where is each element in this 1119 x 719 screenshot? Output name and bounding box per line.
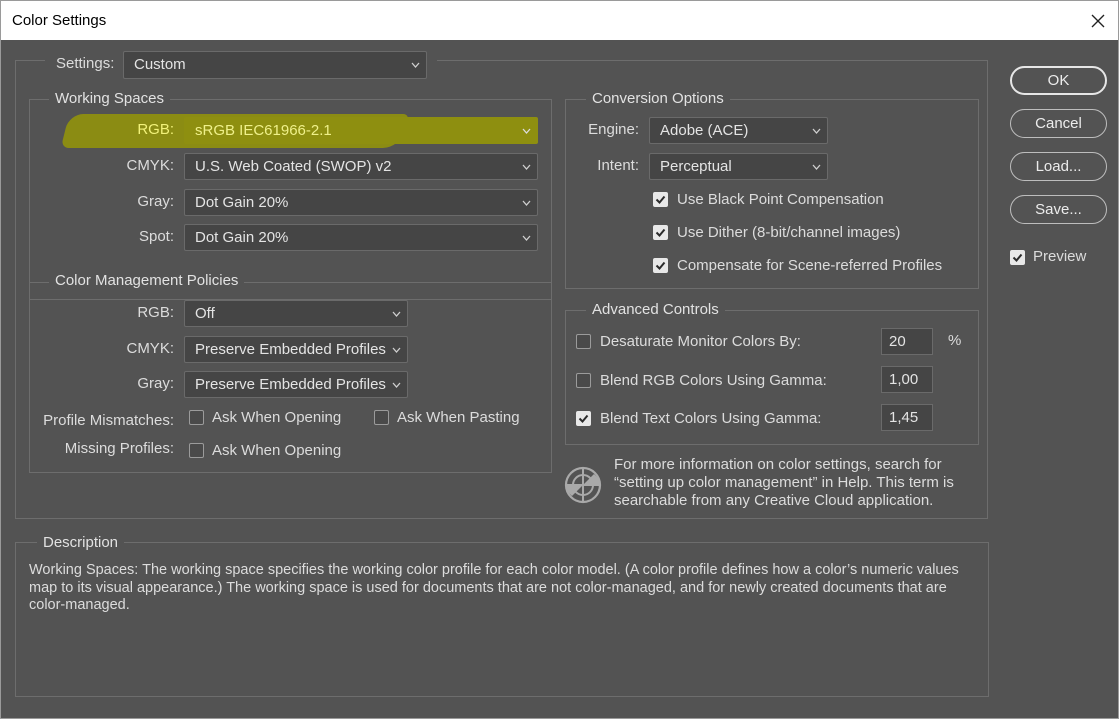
policy-rgb-label: RGB: [137, 304, 174, 321]
window-title: Color Settings [12, 12, 107, 29]
working-gray-value: Dot Gain 20% [195, 194, 289, 211]
close-button[interactable] [1084, 7, 1112, 35]
settings-label: Settings: [56, 55, 115, 72]
blend-rgb-input[interactable]: 1,00 [881, 366, 933, 393]
blend-rgb-checkbox[interactable] [576, 373, 591, 388]
mismatch-open-label: Ask When Opening [212, 409, 342, 426]
dither-checkbox[interactable] [653, 225, 668, 240]
missing-profiles-label: Missing Profiles: [64, 440, 174, 457]
advanced-title: Advanced Controls [586, 301, 725, 318]
chevron-down-icon [812, 164, 821, 170]
checkmark-icon [655, 195, 666, 204]
working-rgb-label: RGB: [137, 121, 174, 138]
scene-referred-label: Compensate for Scene-referred Profiles [677, 257, 943, 274]
working-gray-dropdown[interactable]: Dot Gain 20% [184, 189, 538, 216]
missing-open-label: Ask When Opening [212, 442, 342, 459]
ok-button[interactable]: OK [1010, 66, 1107, 95]
working-cmyk-label: CMYK: [126, 157, 174, 174]
policy-cmyk-dropdown[interactable]: Preserve Embedded Profiles [184, 336, 408, 363]
chevron-down-icon [411, 62, 420, 68]
policy-rgb-dropdown[interactable]: Off [184, 300, 408, 327]
intent-label: Intent: [597, 157, 639, 174]
policy-rgb-value: Off [195, 305, 215, 322]
preview-label: Preview [1033, 248, 1087, 265]
working-rgb-dropdown[interactable]: sRGB IEC61966-2.1 [184, 117, 538, 144]
black-point-label: Use Black Point Compensation [677, 191, 884, 208]
working-rgb-value: sRGB IEC61966-2.1 [195, 122, 332, 139]
intent-value: Perceptual [660, 158, 732, 175]
preview-checkbox[interactable] [1010, 250, 1025, 265]
chevron-down-icon [392, 347, 401, 353]
dither-label: Use Dither (8-bit/channel images) [677, 224, 901, 241]
chevron-down-icon [522, 200, 531, 206]
engine-value: Adobe (ACE) [660, 122, 749, 139]
policies-title: Color Management Policies [49, 272, 245, 289]
intent-dropdown[interactable]: Perceptual [649, 153, 828, 180]
info-text: For more information on color settings, … [614, 456, 954, 509]
mismatch-paste-checkbox[interactable] [374, 410, 389, 425]
dialog-body: Settings: Custom Working Spaces RGB: sRG… [0, 40, 1119, 719]
policy-gray-label: Gray: [137, 375, 174, 392]
desaturate-checkbox[interactable] [576, 334, 591, 349]
title-bar: Color Settings [0, 0, 1119, 40]
chevron-down-icon [392, 382, 401, 388]
color-wheel-icon [563, 465, 603, 505]
chevron-down-icon [522, 164, 531, 170]
load-button[interactable]: Load... [1010, 152, 1107, 181]
chevron-down-icon [522, 128, 531, 134]
working-spot-value: Dot Gain 20% [195, 229, 289, 246]
engine-label: Engine: [588, 121, 639, 138]
description-text: Working Spaces: The working space specif… [29, 562, 959, 613]
black-point-checkbox[interactable] [653, 192, 668, 207]
checkmark-icon [1012, 253, 1023, 262]
description-title: Description [37, 534, 125, 551]
scene-referred-checkbox[interactable] [653, 258, 668, 273]
policy-cmyk-value: Preserve Embedded Profiles [195, 341, 386, 358]
working-spot-label: Spot: [138, 228, 174, 245]
policy-cmyk-label: CMYK: [126, 340, 174, 357]
chevron-down-icon [392, 311, 401, 317]
desaturate-input[interactable]: 20 [881, 328, 933, 355]
policy-gray-dropdown[interactable]: Preserve Embedded Profiles [184, 371, 408, 398]
profile-mismatches-label: Profile Mismatches: [43, 412, 174, 429]
save-button[interactable]: Save... [1010, 195, 1107, 224]
chevron-down-icon [522, 235, 531, 241]
cancel-button[interactable]: Cancel [1010, 109, 1107, 138]
checkmark-icon [578, 414, 589, 423]
working-spot-dropdown[interactable]: Dot Gain 20% [184, 224, 538, 251]
blend-rgb-label: Blend RGB Colors Using Gamma: [600, 372, 827, 389]
missing-open-checkbox[interactable] [189, 443, 204, 458]
close-icon [1091, 14, 1105, 28]
blend-text-checkbox[interactable] [576, 411, 591, 426]
checkmark-icon [655, 261, 666, 270]
chevron-down-icon [812, 128, 821, 134]
working-cmyk-dropdown[interactable]: U.S. Web Coated (SWOP) v2 [184, 153, 538, 180]
working-spaces-title: Working Spaces [49, 90, 170, 107]
settings-value: Custom [134, 56, 186, 73]
mismatch-open-checkbox[interactable] [189, 410, 204, 425]
working-gray-label: Gray: [137, 193, 174, 210]
blend-text-input[interactable]: 1,45 [881, 404, 933, 431]
settings-dropdown[interactable]: Custom [123, 51, 427, 79]
checkmark-icon [655, 228, 666, 237]
blend-text-label: Blend Text Colors Using Gamma: [600, 410, 822, 427]
policy-gray-value: Preserve Embedded Profiles [195, 376, 386, 393]
engine-dropdown[interactable]: Adobe (ACE) [649, 117, 828, 144]
desaturate-unit: % [948, 332, 962, 349]
working-cmyk-value: U.S. Web Coated (SWOP) v2 [195, 158, 392, 175]
desaturate-label: Desaturate Monitor Colors By: [600, 333, 801, 350]
conversion-title: Conversion Options [586, 90, 730, 107]
mismatch-paste-label: Ask When Pasting [397, 409, 520, 426]
